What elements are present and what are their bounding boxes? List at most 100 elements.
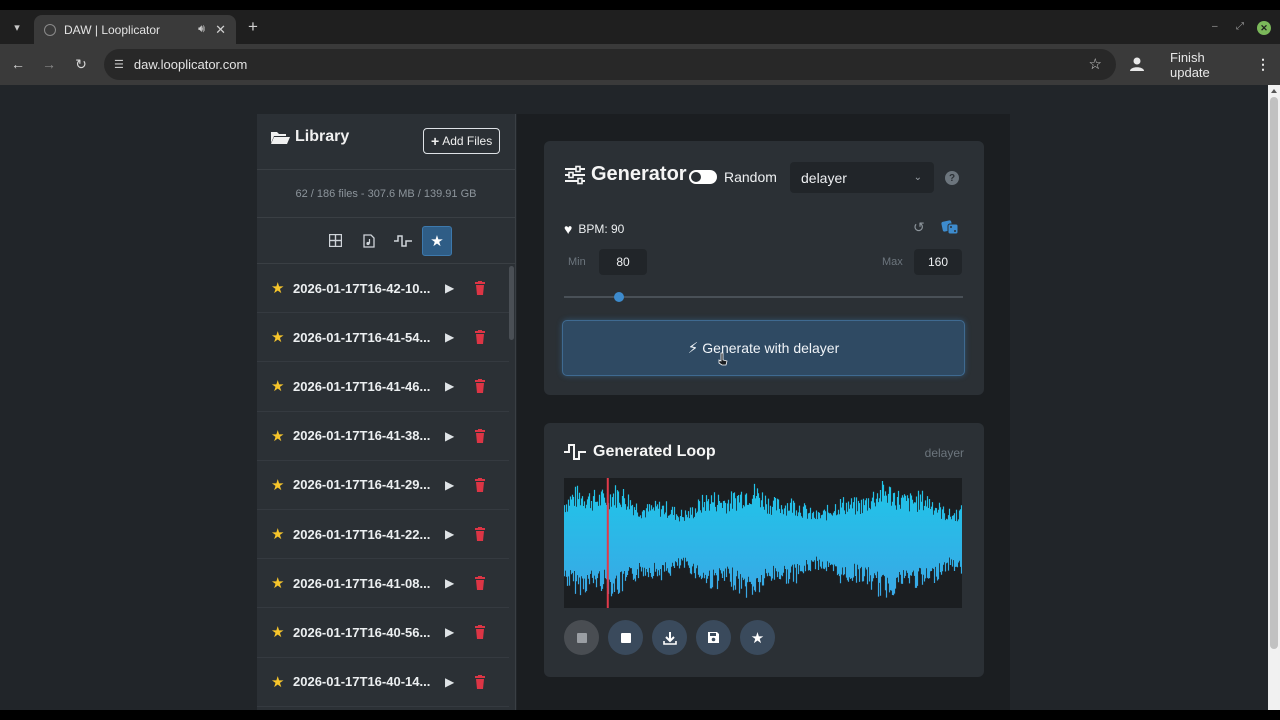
file-list-scrollbar[interactable] [509,266,514,340]
download-icon [662,631,677,645]
play-icon[interactable]: ▶ [445,330,473,344]
star-icon[interactable]: ★ [271,427,293,445]
max-bpm-input[interactable]: 160 [914,249,962,275]
star-icon: ★ [430,232,444,250]
file-name: 2026-01-17T16-41-54... [293,329,431,345]
file-list-item[interactable]: ★ 2026-01-17T16-41-38... ▶ [257,412,509,461]
file-list-item[interactable]: ★ 2026-01-17T16-41-08... ▶ [257,559,509,609]
favorite-button[interactable]: ★ [740,620,775,655]
file-name: 2026-01-17T16-41-38... [293,428,431,444]
file-list-item[interactable]: ★ 2026-01-17T16-41-29... ▶ [257,461,509,510]
filter-favorites-button[interactable]: ★ [422,225,452,256]
trash-icon[interactable] [473,527,487,542]
browser-toolbar: ← → ↻ ☰ daw.looplicator.com ☆ [0,44,1280,85]
waveform-display[interactable] [564,478,962,608]
globe-icon [44,23,56,36]
file-list: ★ 2026-01-17T16-42-10... ▶ ★ 2026-01-17T16-4… [257,264,509,707]
algorithm-select[interactable]: delayer ⌄ [790,162,934,193]
library-filters: ★ [257,218,515,264]
bpm-slider-thumb[interactable] [614,292,624,302]
dice-icon[interactable] [941,219,959,235]
back-arrow-icon[interactable]: ← [9,55,27,73]
trash-icon[interactable] [473,674,487,689]
play-icon[interactable]: ▶ [445,675,473,689]
play-icon[interactable]: ▶ [445,527,473,541]
trash-icon[interactable] [473,625,487,640]
star-icon[interactable]: ★ [271,279,293,297]
trash-icon[interactable] [473,576,487,591]
save-icon [708,632,719,643]
trash-icon[interactable] [473,379,487,394]
play-icon[interactable]: ▶ [445,576,473,590]
star-icon[interactable]: ★ [271,673,293,691]
bookmark-star-icon[interactable]: ☆ [1089,55,1102,73]
finish-update-label: Finish update [1170,49,1210,80]
filter-loop-button[interactable] [388,226,418,256]
address-bar[interactable]: ☰ daw.looplicator.com ☆ [104,49,1116,80]
reload-icon[interactable]: ↻ [72,55,90,73]
tab-search-icon[interactable]: ▾ [6,16,28,38]
help-icon[interactable]: ? [945,171,959,185]
trash-icon[interactable] [473,428,487,443]
forward-arrow-icon[interactable]: → [40,55,58,73]
star-icon[interactable]: ★ [271,476,293,494]
library-panel: Library + Add Files 62 / 186 files - 307… [257,114,516,710]
more-vertical-icon[interactable]: ⋮ [1256,56,1270,73]
star-icon[interactable]: ★ [271,574,293,592]
bpm-row: ♥ BPM: 90 [564,221,624,237]
scroll-up-arrow-icon[interactable] [1271,89,1277,93]
file-list-item[interactable]: ★ 2026-01-17T16-41-46... ▶ [257,362,509,412]
play-icon[interactable]: ▶ [445,625,473,639]
file-name: 2026-01-17T16-42-10... [293,280,431,296]
minimize-icon[interactable]: – [1212,21,1218,32]
star-icon[interactable]: ★ [271,525,293,543]
random-toggle[interactable] [689,170,717,184]
speaker-icon[interactable]: 🔊︎ [198,23,205,36]
library-header: Library + Add Files [257,114,515,170]
waveform-path [564,481,962,598]
workspace-column: Generator Random delayer ⌄ ? ♥ BPM: 90 ↺ [517,114,1010,710]
plus-icon: + [431,133,440,149]
filter-audio-file-button[interactable] [354,226,384,256]
close-icon[interactable]: ✕ [215,22,226,38]
page-scroll-thumb[interactable] [1270,97,1278,649]
filter-grid-button[interactable] [320,226,350,256]
finish-update-button[interactable]: Finish update ⋮ [1160,49,1280,80]
play-icon[interactable]: ▶ [445,281,473,295]
page-scrollbar[interactable] [1268,85,1280,710]
add-files-button[interactable]: + Add Files [423,128,501,154]
stop-button[interactable] [608,620,643,655]
min-bpm-input[interactable]: 80 [599,249,647,275]
maximize-icon[interactable]: ⤢ [1236,21,1244,32]
bpm-label: BPM: 90 [578,222,625,236]
reset-icon[interactable]: ↺ [913,219,925,236]
file-list-item[interactable]: ★ 2026-01-17T16-41-22... ▶ [257,510,509,560]
window-close-icon[interactable]: ✕ [1257,21,1271,35]
browser-tab[interactable]: DAW | Looplicator 🔊︎ ✕ [34,15,236,44]
file-list-item[interactable]: ★ 2026-01-17T16-41-54... ▶ [257,313,509,363]
trash-icon[interactable] [473,281,487,296]
play-icon[interactable]: ▶ [445,429,473,443]
waveform-graphic [564,478,962,608]
trash-icon[interactable] [473,330,487,345]
file-list-item[interactable]: ★ 2026-01-17T16-42-10... ▶ [257,264,509,314]
file-list-item[interactable]: ★ 2026-01-17T16-40-14... ▶ [257,658,509,707]
play-icon[interactable]: ▶ [445,478,473,492]
star-icon[interactable]: ★ [271,328,293,346]
star-icon[interactable]: ★ [271,377,293,395]
new-tab-button[interactable]: + [244,17,262,37]
stop-button-disabled[interactable] [564,620,599,655]
play-icon[interactable]: ▶ [445,379,473,393]
download-button[interactable] [652,620,687,655]
generate-button[interactable]: ⚡︎ Generate with delayer [562,320,965,376]
save-button[interactable] [696,620,731,655]
stop-icon [620,632,631,643]
page-content: Library + Add Files 62 / 186 files - 307… [0,85,1268,710]
trash-icon[interactable] [473,477,487,492]
file-list-item[interactable]: ★ 2026-01-17T16-40-56... ▶ [257,608,509,658]
profile-icon[interactable] [1128,55,1146,73]
file-name: 2026-01-17T16-41-22... [293,526,431,542]
star-icon: ★ [750,629,765,647]
site-settings-icon[interactable]: ☰ [114,58,124,71]
star-icon[interactable]: ★ [271,623,293,641]
